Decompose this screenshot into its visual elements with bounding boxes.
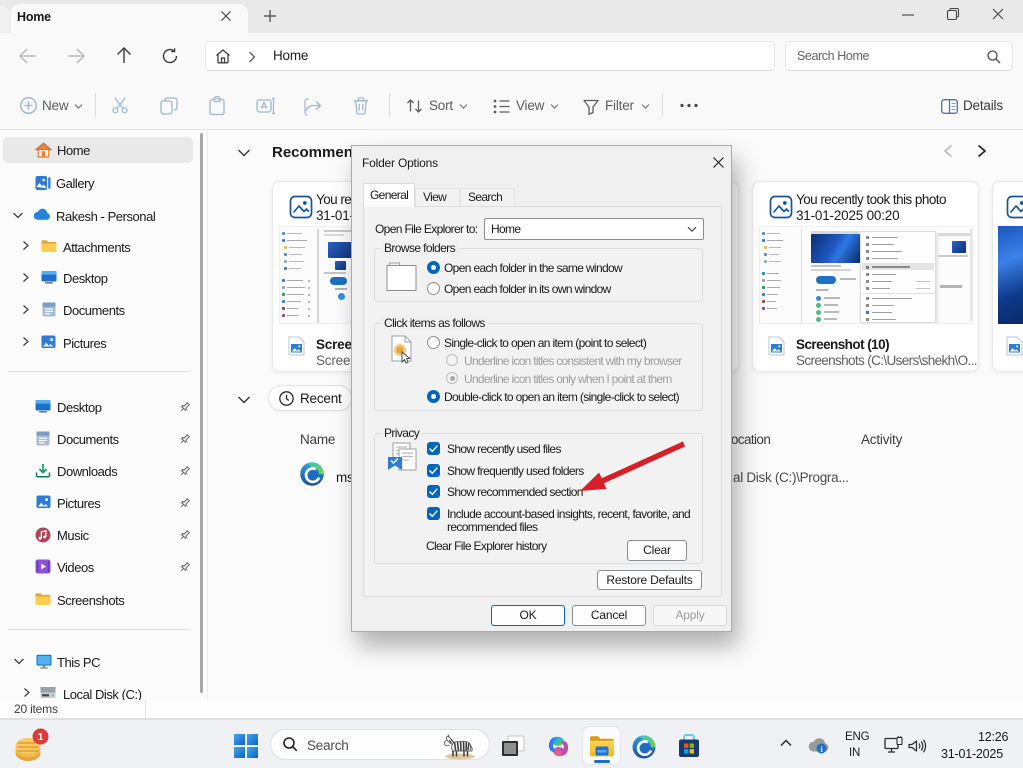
svg-text:1: 1 [38,731,44,743]
